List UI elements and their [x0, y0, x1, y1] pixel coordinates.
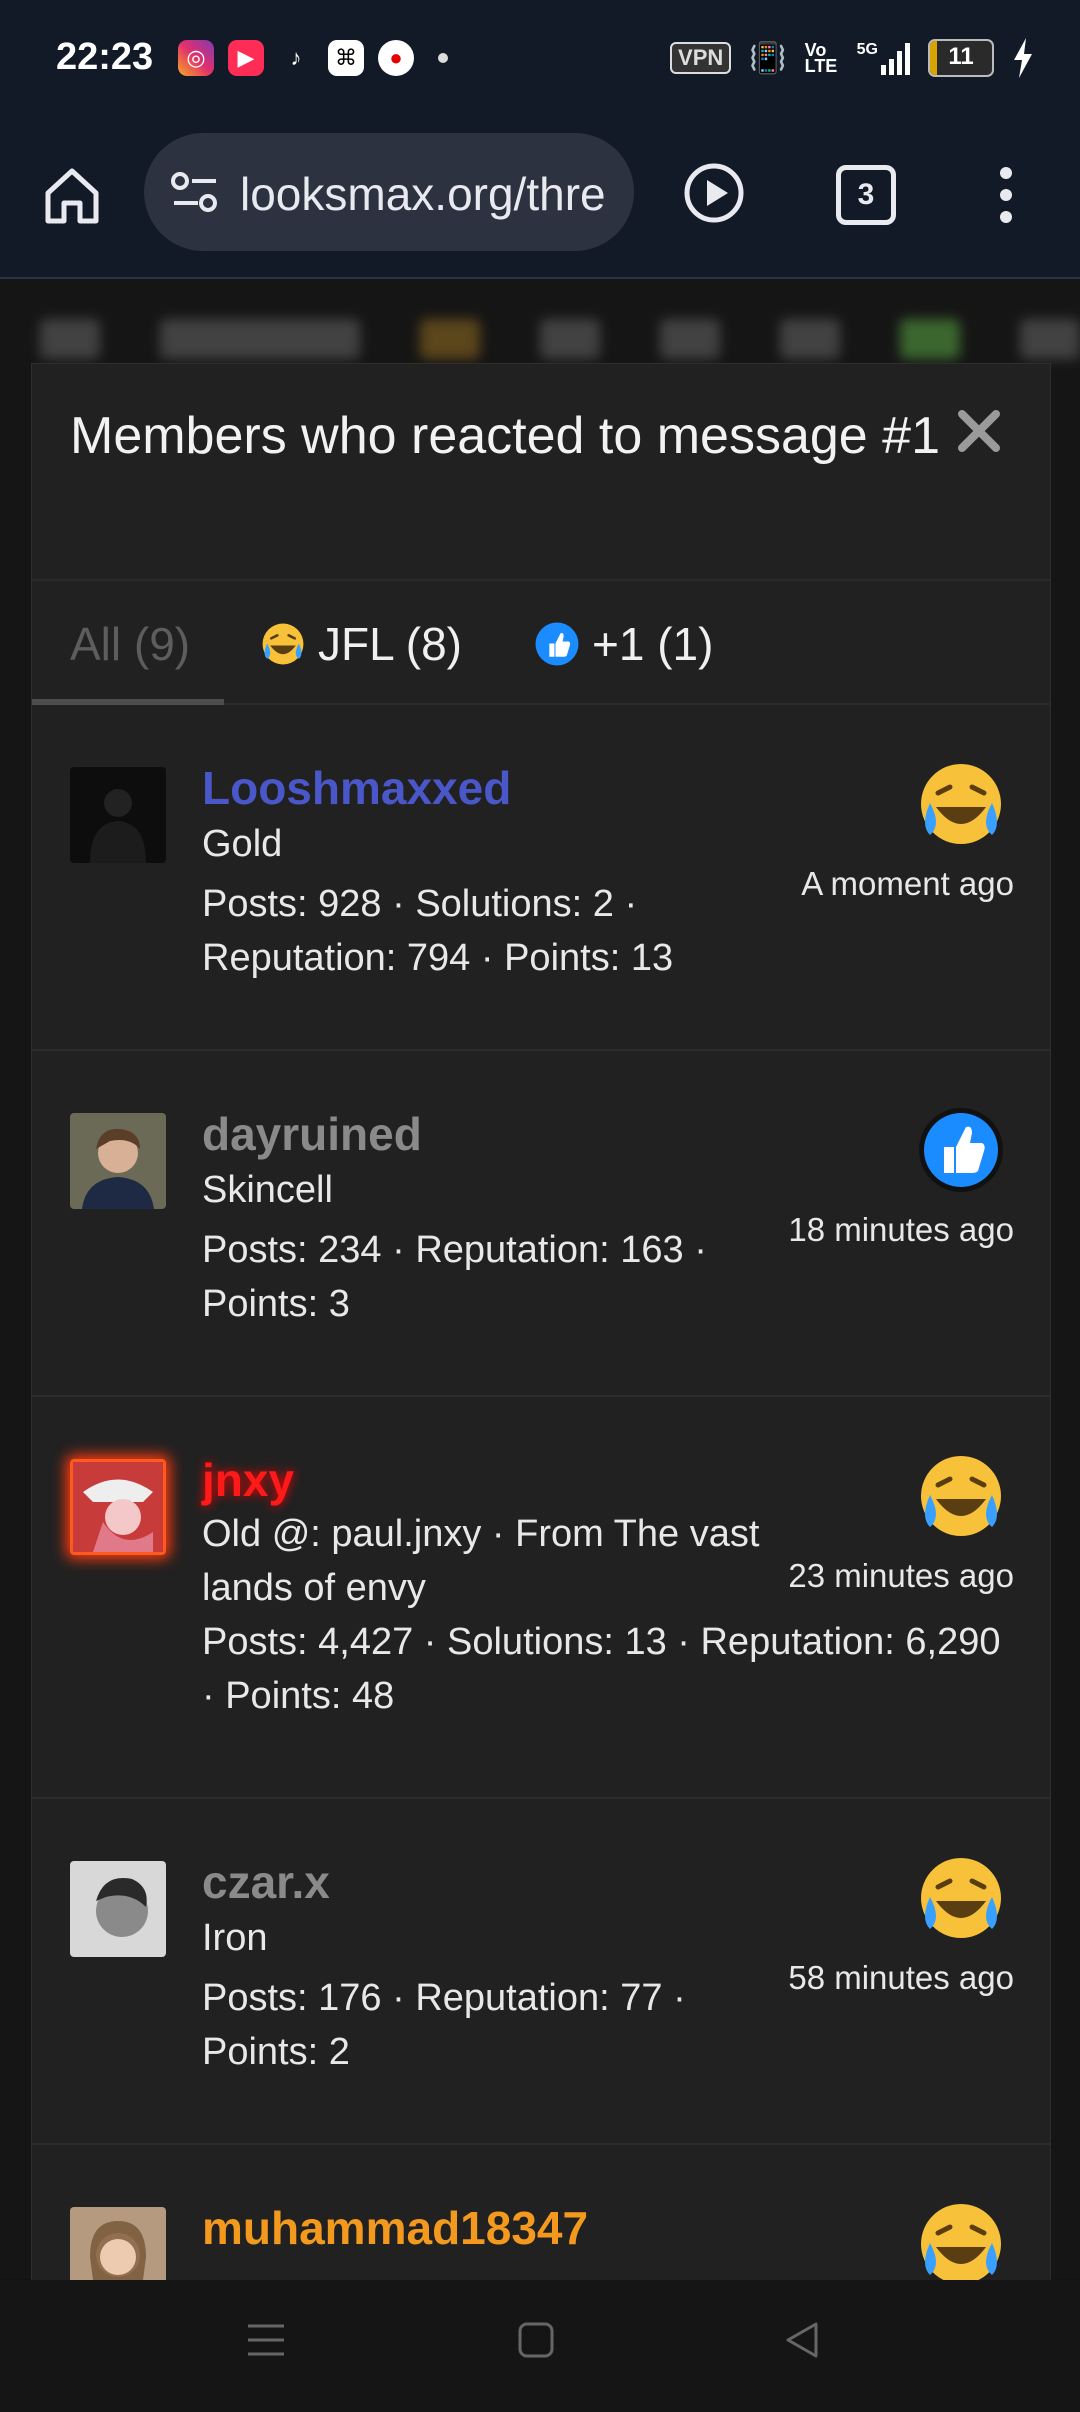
tab-jfl[interactable]: JFL (8): [260, 617, 462, 671]
browser-toolbar: looksmax.org/thre 3: [0, 125, 1080, 279]
vodafone-icon: ●: [378, 40, 414, 76]
vibrate-icon: 📳: [749, 41, 787, 75]
member-row[interactable]: jnxy Old @: paul.jnxy · From The vast la…: [32, 1397, 1050, 1799]
play-icon[interactable]: [682, 161, 746, 225]
member-stats: Posts: 176 · Reputation: 77 · Points: 2: [202, 1977, 686, 2073]
member-name[interactable]: muhammad18347: [202, 2201, 588, 2255]
tab-plus-one[interactable]: +1 (1): [534, 617, 713, 671]
member-row[interactable]: czar.x Iron Posts: 176 · Reputation: 77 …: [32, 1799, 1050, 2145]
member-name[interactable]: czar.x: [202, 1855, 330, 1909]
jfl-emoji-icon: [921, 2204, 1001, 2281]
status-system-icons: VPN 📳 Vo LTE 5G 11: [670, 38, 1034, 78]
vpn-icon: VPN: [670, 42, 732, 74]
member-stats: Posts: 928 · Solutions: 2 · Reputation: …: [202, 883, 674, 979]
signal-icon: 5G: [857, 41, 910, 75]
tab-switcher-button[interactable]: 3: [836, 165, 896, 225]
avatar[interactable]: [70, 1113, 166, 1209]
instagram-icon: ◎: [178, 40, 214, 76]
home-icon[interactable]: [40, 163, 104, 227]
member-name[interactable]: dayruined: [202, 1107, 422, 1161]
reaction-time: 23 minutes ago: [788, 1557, 1014, 1594]
address-bar[interactable]: looksmax.org/thre: [144, 133, 634, 251]
more-options-icon[interactable]: [996, 165, 1016, 225]
battery-icon: 11: [928, 39, 994, 77]
member-stats: Posts: 4,427 · Solutions: 13 · Reputatio…: [202, 1621, 1001, 1717]
jfl-emoji-icon: [921, 764, 1001, 844]
site-settings-icon[interactable]: [170, 171, 220, 215]
dialog-header: Members who reacted to message #1: [32, 364, 1050, 581]
status-notification-icons: ◎ ▶ ♪ ⌘ ●: [178, 40, 448, 76]
recent-apps-icon[interactable]: [246, 2320, 286, 2360]
youtube-music-icon: ▶: [228, 40, 264, 76]
reaction-time: 58 minutes ago: [788, 1959, 1014, 1996]
member-stats: Posts: 234 · Reputation: 163 · Points: 3: [202, 1229, 707, 1325]
more-notifications-icon: [438, 53, 448, 63]
member-title: Old @: paul.jnxy · From The vast lands o…: [202, 1513, 760, 1609]
avatar[interactable]: [70, 1861, 166, 1957]
reaction-time: A moment ago: [801, 865, 1014, 902]
member-title: Gold: [202, 823, 283, 865]
charging-icon: [1014, 38, 1032, 78]
member-row[interactable]: dayruined Skincell Posts: 234 · Reputati…: [32, 1051, 1050, 1397]
member-title: Iron: [202, 1917, 268, 1959]
reaction-time: 18 minutes ago: [788, 1211, 1014, 1248]
avatar[interactable]: [70, 1459, 166, 1555]
close-icon[interactable]: [952, 404, 1006, 458]
avatar[interactable]: [70, 2207, 166, 2281]
tiktok-icon: ♪: [290, 45, 302, 70]
status-time: 22:23: [56, 36, 154, 78]
member-row[interactable]: Looshmaxxed Gold Posts: 928 · Solutions:…: [32, 705, 1050, 1051]
home-nav-icon[interactable]: [516, 2320, 556, 2360]
member-name[interactable]: jnxy: [202, 1453, 294, 1507]
jfl-emoji-icon: [921, 1858, 1001, 1938]
jfl-emoji-icon: [262, 623, 304, 665]
avatar[interactable]: [70, 767, 166, 863]
member-row[interactable]: muhammad18347: [32, 2145, 1050, 2281]
thumbs-up-icon: [919, 1108, 1003, 1192]
tab-all[interactable]: All (9): [70, 617, 190, 671]
reaction-tabs: All (9) JFL (8) +1 (1): [32, 581, 1050, 705]
dialog-title: Members who reacted to message #1: [70, 407, 940, 465]
back-icon[interactable]: [782, 2320, 822, 2360]
status-bar: 22:23 ◎ ▶ ♪ ⌘ ● VPN 📳 Vo LTE 5G 11: [0, 0, 1080, 125]
capcut-icon: ⌘: [328, 40, 364, 76]
volte-icon: Vo LTE: [804, 40, 838, 76]
reactions-dialog: Members who reacted to message #1 All (9…: [31, 363, 1051, 2282]
jfl-emoji-icon: [921, 1456, 1001, 1536]
member-title: Skincell: [202, 1169, 333, 1211]
system-navigation-bar: [0, 2280, 1080, 2412]
thumbs-up-icon: [535, 622, 579, 666]
url-text[interactable]: looksmax.org/thre: [240, 167, 606, 221]
member-name[interactable]: Looshmaxxed: [202, 761, 511, 815]
